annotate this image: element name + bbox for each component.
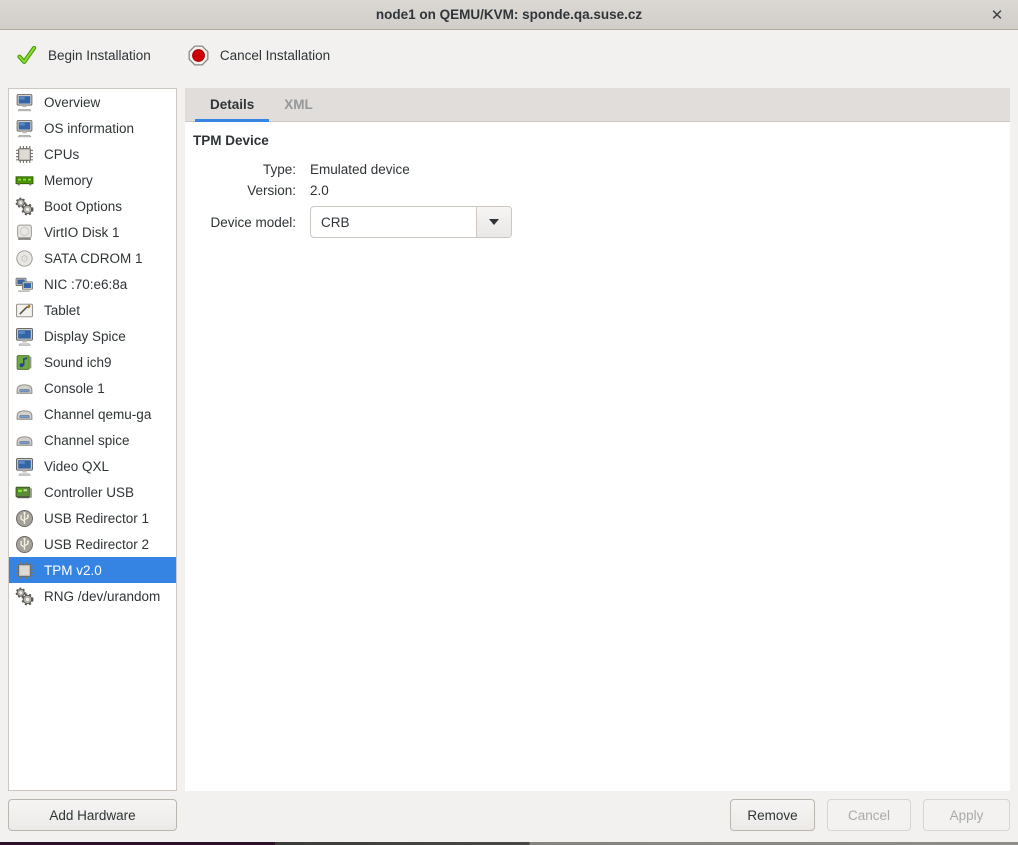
serial-icon bbox=[13, 377, 35, 399]
sidebar-item-nic[interactable]: NIC :70:e6:8a bbox=[9, 271, 176, 297]
begin-installation-label: Begin Installation bbox=[48, 48, 151, 63]
cancel-installation-label: Cancel Installation bbox=[220, 48, 330, 63]
chevron-down-icon bbox=[489, 219, 499, 225]
toolbar: Begin Installation Cancel Installation bbox=[0, 30, 1018, 80]
serial-icon bbox=[13, 429, 35, 451]
sidebar-item-label: OS information bbox=[44, 121, 134, 136]
network-icon bbox=[13, 273, 35, 295]
display-icon bbox=[13, 455, 35, 477]
sidebar-item-label: VirtIO Disk 1 bbox=[44, 225, 120, 240]
display-icon bbox=[13, 325, 35, 347]
sound-card-icon bbox=[13, 351, 35, 373]
type-value: Emulated device bbox=[310, 162, 410, 177]
type-label: Type: bbox=[193, 162, 296, 177]
sidebar-item-usb-redirector-1[interactable]: USB Redirector 1 bbox=[9, 505, 176, 531]
version-row: Version: 2.0 bbox=[193, 183, 1010, 198]
sidebar-item-label: Sound ich9 bbox=[44, 355, 112, 370]
tab-details[interactable]: Details bbox=[195, 88, 269, 121]
stop-icon bbox=[188, 45, 209, 66]
sidebar-item-sata-cdrom-1[interactable]: SATA CDROM 1 bbox=[9, 245, 176, 271]
sidebar-item-label: NIC :70:e6:8a bbox=[44, 277, 127, 292]
sidebar-item-label: Overview bbox=[44, 95, 100, 110]
sidebar-item-label: TPM v2.0 bbox=[44, 563, 102, 578]
sidebar-item-label: Boot Options bbox=[44, 199, 122, 214]
tab-xml[interactable]: XML bbox=[269, 88, 328, 121]
usb-icon bbox=[13, 533, 35, 555]
sidebar-item-overview[interactable]: Overview bbox=[9, 89, 176, 115]
dropdown-arrow-button[interactable] bbox=[476, 207, 511, 237]
serial-icon bbox=[13, 403, 35, 425]
cpu-chip-icon bbox=[13, 559, 35, 581]
sidebar-item-memory[interactable]: Memory bbox=[9, 167, 176, 193]
sidebar-item-tpm[interactable]: TPM v2.0 bbox=[9, 557, 176, 583]
usb-icon bbox=[13, 507, 35, 529]
section-title: TPM Device bbox=[193, 133, 1010, 148]
type-row: Type: Emulated device bbox=[193, 162, 1010, 177]
hardware-list: Overview OS information CPUs Memory Boot… bbox=[8, 88, 177, 791]
sidebar-item-label: Console 1 bbox=[44, 381, 105, 396]
sidebar-item-console-1[interactable]: Console 1 bbox=[9, 375, 176, 401]
sidebar-item-label: USB Redirector 1 bbox=[44, 511, 149, 526]
sidebar-item-label: USB Redirector 2 bbox=[44, 537, 149, 552]
sidebar-item-boot-options[interactable]: Boot Options bbox=[9, 193, 176, 219]
cancel-button[interactable]: Cancel bbox=[827, 799, 911, 831]
cancel-installation-button[interactable]: Cancel Installation bbox=[184, 39, 334, 72]
add-hardware-button[interactable]: Add Hardware bbox=[8, 799, 177, 831]
sidebar-item-label: Memory bbox=[44, 173, 93, 188]
gears-icon bbox=[13, 195, 35, 217]
sidebar-item-sound-ich9[interactable]: Sound ich9 bbox=[9, 349, 176, 375]
version-value: 2.0 bbox=[310, 183, 329, 198]
device-model-label: Device model: bbox=[193, 215, 296, 230]
sidebar-item-rng[interactable]: RNG /dev/urandom bbox=[9, 583, 176, 609]
sidebar-item-label: RNG /dev/urandom bbox=[44, 589, 160, 604]
sidebar-item-video-qxl[interactable]: Video QXL bbox=[9, 453, 176, 479]
gears-icon bbox=[13, 585, 35, 607]
window-title: node1 on QEMU/KVM: sponde.qa.suse.cz bbox=[376, 7, 642, 22]
titlebar: node1 on QEMU/KVM: sponde.qa.suse.cz ✕ bbox=[0, 0, 1018, 30]
pci-card-icon bbox=[13, 481, 35, 503]
checkmark-icon bbox=[16, 45, 37, 66]
sidebar-item-label: Video QXL bbox=[44, 459, 109, 474]
sidebar-item-os-information[interactable]: OS information bbox=[9, 115, 176, 141]
apply-button[interactable]: Apply bbox=[923, 799, 1010, 831]
close-icon[interactable]: ✕ bbox=[984, 0, 1010, 30]
sidebar-item-usb-redirector-2[interactable]: USB Redirector 2 bbox=[9, 531, 176, 557]
cpu-chip-icon bbox=[13, 143, 35, 165]
sidebar-item-display-spice[interactable]: Display Spice bbox=[9, 323, 176, 349]
remove-button[interactable]: Remove bbox=[730, 799, 815, 831]
sidebar-item-label: Display Spice bbox=[44, 329, 126, 344]
cdrom-icon bbox=[13, 247, 35, 269]
computer-icon bbox=[13, 117, 35, 139]
details-panel: Details XML TPM Device Type: Emulated de… bbox=[185, 88, 1010, 791]
version-label: Version: bbox=[193, 183, 296, 198]
begin-installation-button[interactable]: Begin Installation bbox=[12, 39, 155, 72]
device-model-value: CRB bbox=[311, 207, 476, 237]
tab-bar: Details XML bbox=[185, 88, 1010, 122]
sidebar-item-label: SATA CDROM 1 bbox=[44, 251, 143, 266]
sidebar-item-label: CPUs bbox=[44, 147, 79, 162]
sidebar-item-channel-spice[interactable]: Channel spice bbox=[9, 427, 176, 453]
device-model-row: Device model: CRB bbox=[193, 206, 1010, 238]
device-model-select[interactable]: CRB bbox=[310, 206, 512, 238]
memory-icon bbox=[13, 169, 35, 191]
sidebar-item-cpus[interactable]: CPUs bbox=[9, 141, 176, 167]
sidebar-item-label: Channel spice bbox=[44, 433, 130, 448]
disk-icon bbox=[13, 221, 35, 243]
sidebar-item-tablet[interactable]: Tablet bbox=[9, 297, 176, 323]
sidebar-item-virtio-disk-1[interactable]: VirtIO Disk 1 bbox=[9, 219, 176, 245]
sidebar-item-label: Tablet bbox=[44, 303, 80, 318]
computer-icon bbox=[13, 91, 35, 113]
tablet-icon bbox=[13, 299, 35, 321]
sidebar-item-controller-usb[interactable]: Controller USB bbox=[9, 479, 176, 505]
sidebar-item-label: Channel qemu-ga bbox=[44, 407, 151, 422]
tpm-device-section: TPM Device Type: Emulated device Version… bbox=[185, 122, 1010, 238]
sidebar-item-label: Controller USB bbox=[44, 485, 134, 500]
sidebar-item-channel-qemu-ga[interactable]: Channel qemu-ga bbox=[9, 401, 176, 427]
